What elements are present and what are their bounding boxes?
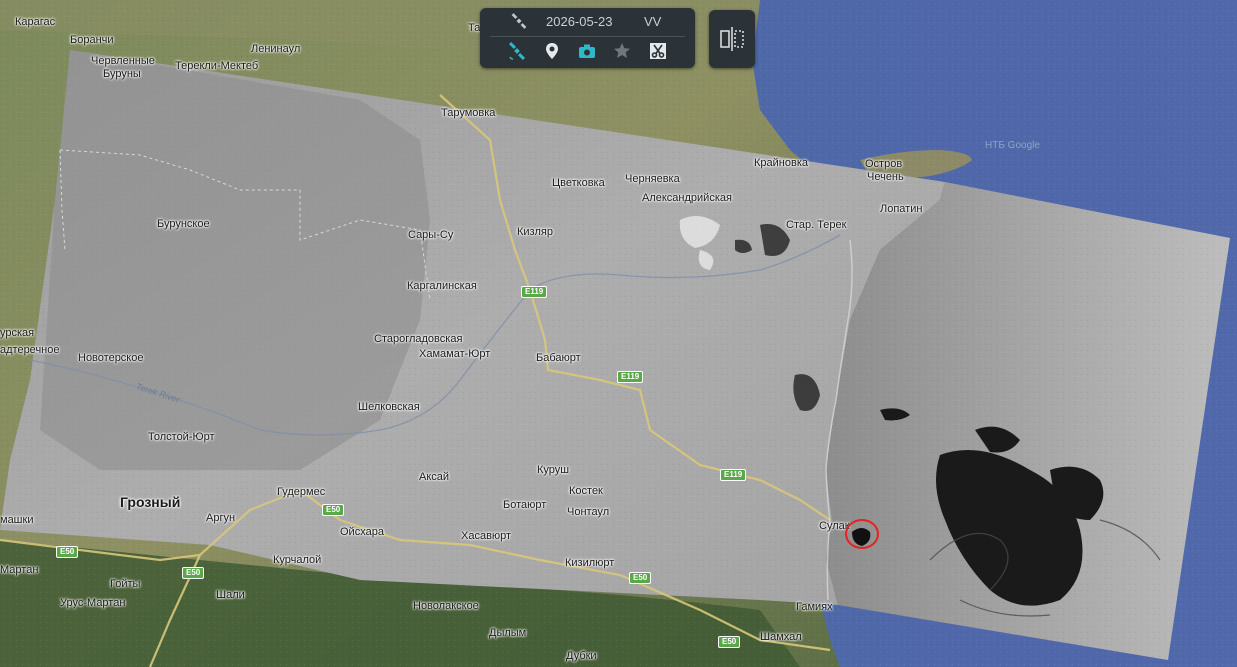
place-urusmartan: Урус-Мартан [60,597,126,609]
place-naurskaya: урская [0,327,35,339]
road-shield-e50: E50 [718,636,741,648]
place-khasavyurt: Хасавюрт [461,530,512,542]
place-babayurt: Бабаюрт [536,352,581,364]
place-chontaul: Чонтаул [567,506,610,518]
place-ostrov: Остров [865,158,903,170]
road-shield-e50: E50 [629,572,652,584]
map-watermark: НТБ Google [985,140,1040,151]
place-ta: Та [468,22,481,34]
place-kargalinskaya: Каргалинская [407,280,477,292]
place-kurush: Куруш [537,464,570,476]
place-dubki: Дубки [566,650,597,662]
place-kostek: Костек [569,485,603,497]
place-karagas: Карагас [15,16,56,28]
split-view-icon [720,27,744,51]
place-tarumovka: Тарумовка [441,107,496,119]
road-shield-e50: E50 [182,567,205,579]
place-khamamatyurt: Хамамат-Юрт [419,348,491,360]
place-gamiyakh: Гамиях [796,601,833,613]
image-toolbar: 2026-05-23 VV [480,8,695,68]
polarization-label[interactable]: VV [644,14,661,29]
place-mashki: машки [0,514,34,526]
place-novoterskoe: Новотерское [78,352,144,364]
place-shamkhal: Шамхал [760,631,802,643]
place-krainovka: Крайновка [754,157,808,169]
place-kurchaloy: Курчалой [273,554,322,566]
place-buruny: Буруны [103,68,141,80]
road-shield-e119: E119 [521,286,548,298]
place-burunskoe: Бурунское [157,218,210,230]
road-shield-e50: E50 [56,546,79,558]
place-goyty: Гойты [110,578,141,590]
place-botayurt: Ботаюрт [503,499,547,511]
road-shield-e119: E119 [720,469,747,481]
place-argun: Аргун [206,512,236,524]
place-tereklimekteb: Терекли-Мектеб [175,60,259,72]
place-aksay: Аксай [419,471,450,483]
satellite-icon[interactable] [510,12,528,30]
place-chervlennye: Червленные [91,55,155,67]
place-shelkovskaya: Шелковская [358,401,420,413]
road-shield-e50: E50 [322,504,345,516]
place-martan: Мартан [0,564,39,576]
place-groznyy: Грозный [120,494,181,510]
place-starterek: Стар. Терек [786,219,847,231]
camera-icon[interactable] [577,41,597,61]
star-icon[interactable] [612,41,632,61]
acquisition-date[interactable]: 2026-05-23 [546,14,613,29]
place-aleksandriyskaya: Александрийская [642,192,732,204]
place-oyskhara: Ойсхара [340,526,384,538]
place-saryssu: Сары-Су [408,229,454,241]
toolbar-divider [490,36,685,37]
place-lopatin: Лопатин [880,203,923,215]
place-dylym: Дылым [489,627,527,639]
place-shali: Шали [216,589,245,601]
place-boranchi: Боранчи [70,34,114,46]
place-kizlyar: Кизляр [517,226,553,238]
place-leninaul: Ленинаул [251,43,301,55]
place-nadterechnoe: адтеречное [0,344,60,356]
highlight-marker [845,519,879,549]
place-gudermes: Гудермес [277,486,326,498]
place-kizilyurt: Кизилюрт [565,557,615,569]
place-tsvetkovka: Цветковка [552,177,605,189]
location-pin-icon[interactable] [542,41,562,61]
satellite-icon[interactable] [507,41,527,61]
place-starogladovskaya: Старогладовская [374,333,463,345]
place-tolstoyyurt: Толстой-Юрт [148,431,215,443]
place-chernyaevka: Черняевка [625,173,680,185]
road-shield-e119: E119 [617,371,644,383]
split-view-button[interactable] [709,10,755,68]
place-novolakskoe: Новолакское [413,600,479,612]
place-chechen: Чечень [867,171,904,183]
scissors-icon[interactable] [648,41,668,61]
